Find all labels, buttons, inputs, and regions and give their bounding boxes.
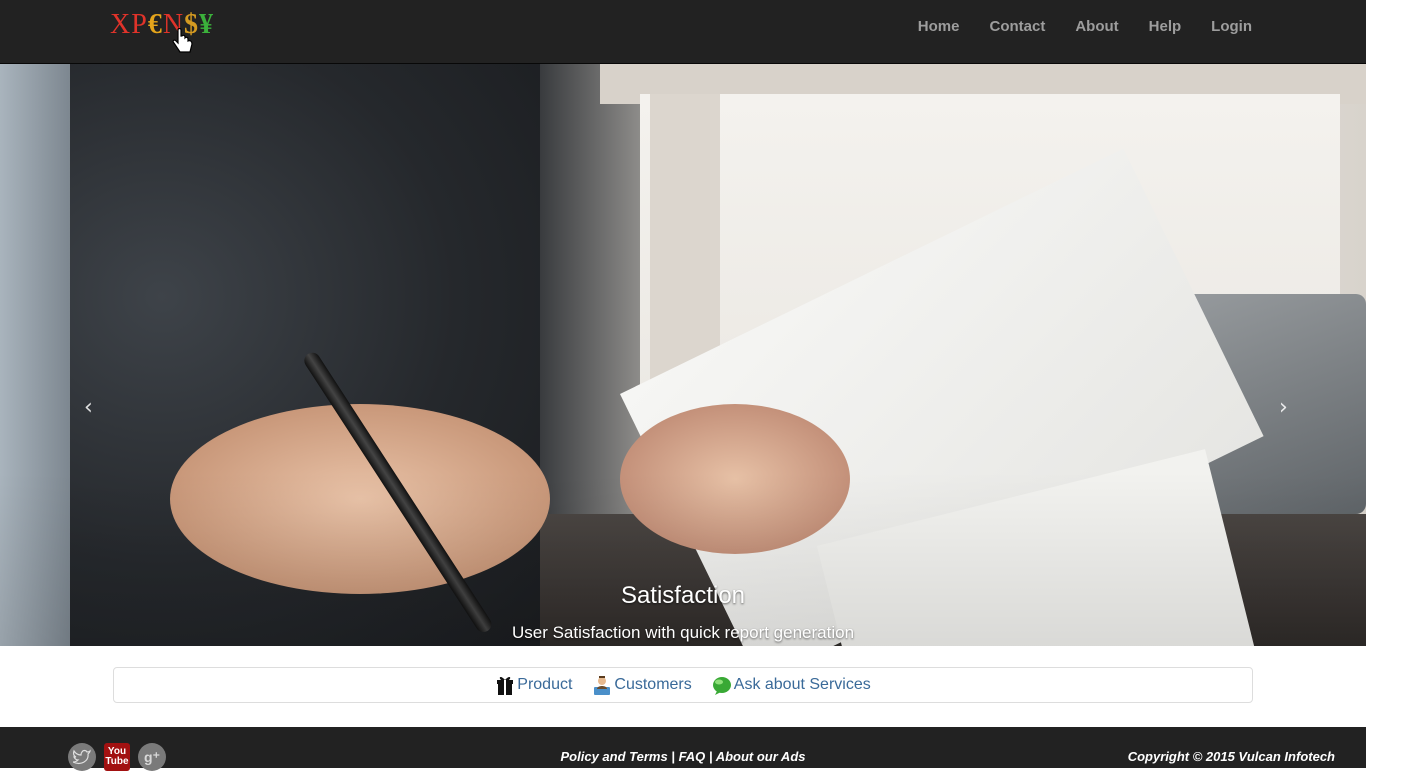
logo-letter: X xyxy=(110,9,132,40)
hand-pointer-cursor-icon xyxy=(172,28,193,53)
logo-letter: P xyxy=(131,9,148,40)
product-link[interactable]: Product xyxy=(495,674,572,696)
top-navbar: XP€N$¥ Home Contact About Help Login xyxy=(0,0,1366,64)
customers-link[interactable]: Customers xyxy=(592,674,692,696)
copyright-text: Copyright © 2015 Vulcan Infotech xyxy=(1127,749,1335,764)
logo-letter: ¥ xyxy=(199,9,215,40)
nav-home[interactable]: Home xyxy=(903,0,975,54)
ask-services-label: Ask about Services xyxy=(733,676,871,693)
main-nav: Home Contact About Help Login xyxy=(903,0,1252,54)
policy-terms-link[interactable]: Policy and Terms xyxy=(561,749,668,764)
carousel-caption-title: Satisfaction xyxy=(620,582,746,609)
page: XP€N$¥ Home Contact About Help Login ‹ ›… xyxy=(0,0,1366,771)
about-ads-link[interactable]: About our Ads xyxy=(716,749,806,764)
footer: You Tube g⁺ Policy and Terms | FAQ | Abo… xyxy=(0,727,1366,771)
hero-overlay xyxy=(0,64,1366,646)
footer-separator: | xyxy=(708,749,713,764)
nav-login[interactable]: Login xyxy=(1196,0,1252,54)
gift-box-icon xyxy=(497,676,514,695)
ask-services-link[interactable]: Ask about Services xyxy=(712,674,871,696)
carousel-prev-chevron-icon[interactable]: ‹ xyxy=(84,395,93,421)
customer-icon xyxy=(594,676,611,695)
nav-help[interactable]: Help xyxy=(1134,0,1197,54)
carousel-caption-subtitle: User Satisfaction with quick report gene… xyxy=(511,623,855,642)
brand-logo[interactable]: XP€N$¥ xyxy=(110,10,214,40)
logo-letter: € xyxy=(147,9,163,40)
services-bar: Product Customers Ask about Services xyxy=(113,667,1253,703)
carousel-next-chevron-icon[interactable]: › xyxy=(1279,395,1288,421)
footer-separator: | xyxy=(671,749,675,764)
nav-about[interactable]: About xyxy=(1060,0,1133,54)
nav-contact[interactable]: Contact xyxy=(974,0,1060,54)
product-label: Product xyxy=(517,676,573,693)
customers-label: Customers xyxy=(614,676,692,693)
hero-carousel: ‹ › Satisfaction User Satisfaction with … xyxy=(0,64,1366,646)
services-bubble-icon xyxy=(712,677,731,695)
faq-link[interactable]: FAQ xyxy=(679,749,706,764)
